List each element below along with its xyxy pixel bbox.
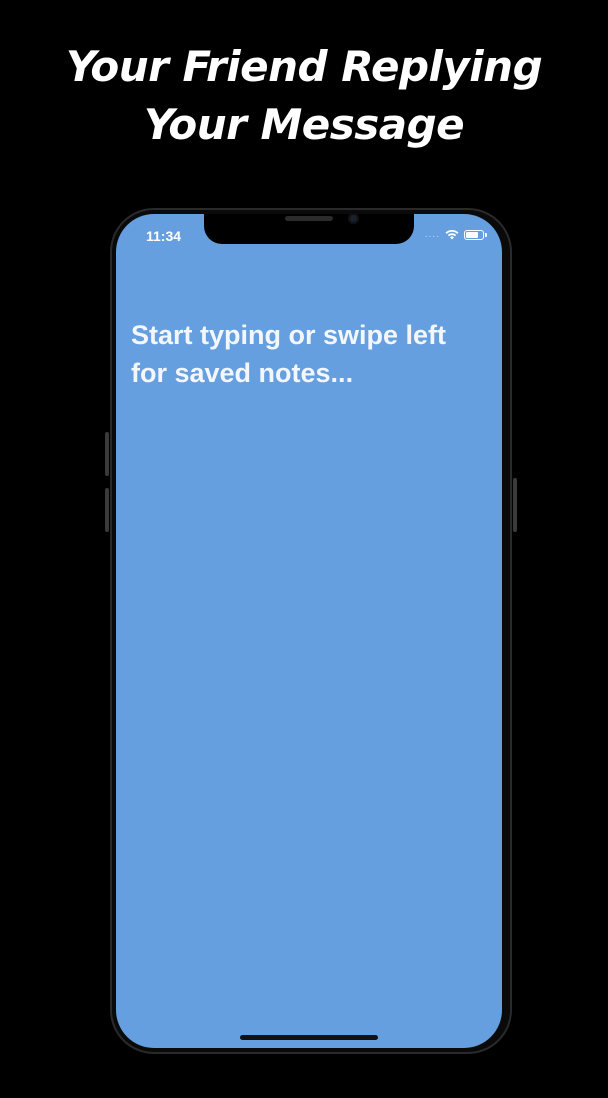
speaker-grille <box>285 216 333 221</box>
volume-down-button <box>105 488 109 532</box>
front-camera-icon <box>348 214 359 224</box>
promo-headline: Your Friend Replying Your Message <box>0 38 608 154</box>
battery-level <box>466 231 478 238</box>
notch <box>204 214 414 244</box>
power-button <box>513 478 517 532</box>
battery-icon <box>464 229 487 240</box>
phone-screen[interactable]: 11:34 .... Start typing or swipe left fo… <box>116 214 502 1048</box>
headline-line-2: Your Message <box>143 100 465 149</box>
status-icons: .... <box>424 228 487 240</box>
headline-line-1: Your Friend Replying <box>65 42 543 91</box>
note-input-placeholder[interactable]: Start typing or swipe left for saved not… <box>131 316 481 392</box>
wifi-icon <box>445 229 459 240</box>
home-indicator[interactable] <box>240 1035 378 1040</box>
signal-icon: .... <box>424 228 440 240</box>
status-time: 11:34 <box>146 228 182 244</box>
volume-up-button <box>105 432 109 476</box>
